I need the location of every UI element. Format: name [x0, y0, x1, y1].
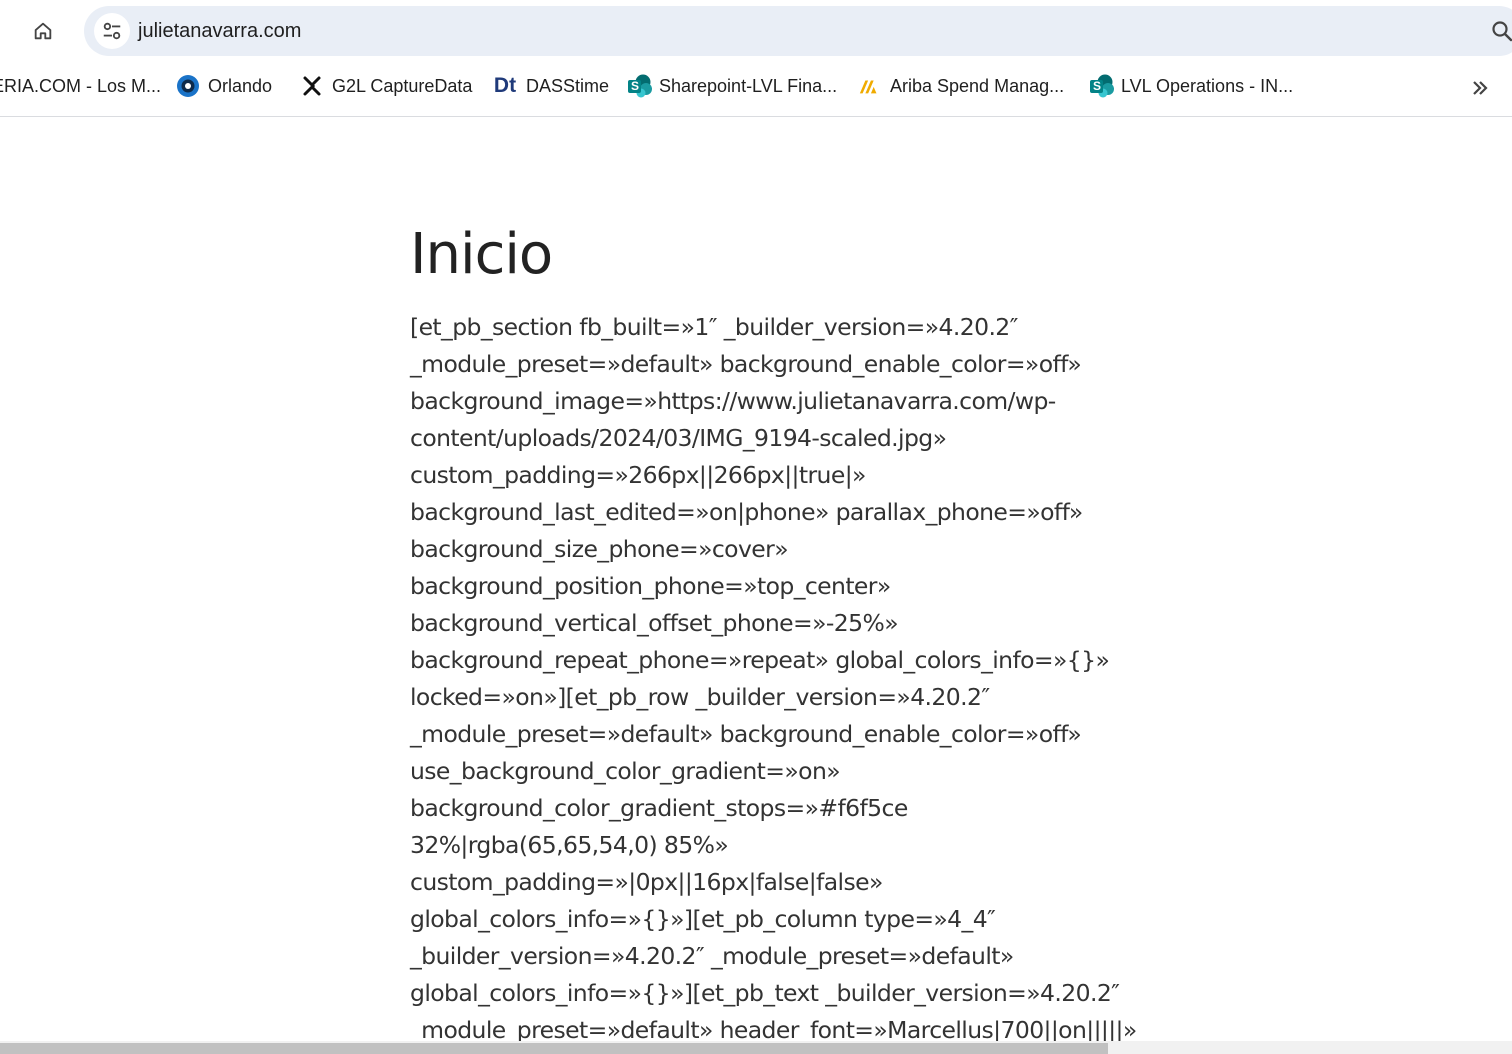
site-info-button[interactable]: [94, 13, 130, 49]
bookmark-item[interactable]: S LVL Operations - IN...: [1089, 62, 1293, 110]
text-line: custom_padding=»266px||266px||true|»: [410, 461, 866, 489]
text-line: _builder_version=»4.20.2″ _module_preset…: [410, 942, 1014, 970]
text-line: background_repeat_phone=»repeat» global_…: [410, 646, 1110, 674]
zoom-icon[interactable]: [1490, 19, 1512, 43]
page-title: Inicio: [410, 222, 553, 287]
text-line: global_colors_info=»{}»][et_pb_text _bui…: [410, 979, 1120, 1007]
ariba-logo-icon: [858, 74, 882, 98]
sharepoint-icon: S: [1089, 74, 1114, 98]
bookmark-item[interactable]: G2L CaptureData: [300, 62, 472, 110]
bookmark-item[interactable]: Ariba Spend Manag...: [858, 62, 1064, 110]
text-line: _module_preset=»default» background_enab…: [410, 350, 1082, 378]
bookmark-label: Sharepoint-LVL Fina...: [659, 75, 838, 96]
page-content: Inicio [et_pb_section fb_built=»1″ _buil…: [410, 215, 1210, 1049]
text-line: background_position_phone=»top_center»: [410, 572, 891, 600]
text-line: background_image=»https://www.julietanav…: [410, 387, 1056, 415]
bookmark-label: LVL Operations - IN...: [1121, 75, 1294, 96]
text-line: background_last_edited=»on|phone» parall…: [410, 498, 1083, 526]
dt-logo-icon: Dt: [493, 74, 517, 97]
page-body-text: [et_pb_section fb_built=»1″ _builder_ver…: [410, 309, 1210, 1049]
circle-logo-icon: [176, 74, 200, 98]
g2l-logo-icon: [300, 74, 324, 98]
home-icon: [34, 22, 52, 40]
text-line: _module_preset=»default» background_enab…: [410, 720, 1082, 748]
text-line: background_size_phone=»cover»: [410, 535, 789, 563]
sharepoint-icon: S: [627, 74, 652, 98]
text-line: global_colors_info=»{}»][et_pb_column ty…: [410, 905, 996, 933]
bookmark-item[interactable]: S Sharepoint-LVL Fina...: [627, 62, 837, 110]
text-line: background_color_gradient_stops=»#f6f5ce: [410, 794, 908, 822]
address-bar[interactable]: julietanavarra.com: [84, 6, 1512, 56]
text-line: 32%|rgba(65,65,54,0) 85%»: [410, 831, 729, 859]
text-line: [et_pb_section fb_built=»1″ _builder_ver…: [410, 313, 1018, 341]
browser-toolbar: julietanavarra.com: [0, 0, 1512, 62]
scrollbar-thumb[interactable]: [0, 1043, 1108, 1054]
text-line: content/uploads/2024/03/IMG_9194-scaled.…: [410, 424, 947, 452]
home-button[interactable]: [24, 12, 62, 50]
text-line: use_background_color_gradient=»on»: [410, 757, 841, 785]
double-chevron-right-icon: [1473, 81, 1488, 95]
bookmark-item[interactable]: ERIA.COM - Los M...: [0, 62, 161, 110]
text-line: custom_padding=»|0px||16px|false|false»: [410, 868, 883, 896]
horizontal-scrollbar[interactable]: [0, 1041, 1512, 1054]
more-bookmarks-button[interactable]: [1466, 74, 1494, 102]
bookmark-label: G2L CaptureData: [332, 75, 473, 96]
bookmark-label: Ariba Spend Manag...: [890, 75, 1065, 96]
tune-icon: [103, 22, 121, 40]
url-text[interactable]: julietanavarra.com: [138, 18, 301, 44]
bookmark-item[interactable]: Orlando: [176, 62, 272, 110]
text-line: locked=»on»][et_pb_row _builder_version=…: [410, 683, 990, 711]
bookmark-label: ERIA.COM - Los M...: [0, 75, 162, 96]
bookmarks-bar: ERIA.COM - Los M... Orlando G2L CaptureD…: [0, 62, 1512, 117]
text-line: background_vertical_offset_phone=»-25%»: [410, 609, 899, 637]
bookmark-item[interactable]: Dt DASStime: [492, 62, 609, 110]
bookmark-label: DASStime: [526, 75, 610, 96]
bookmark-label: Orlando: [208, 75, 273, 96]
